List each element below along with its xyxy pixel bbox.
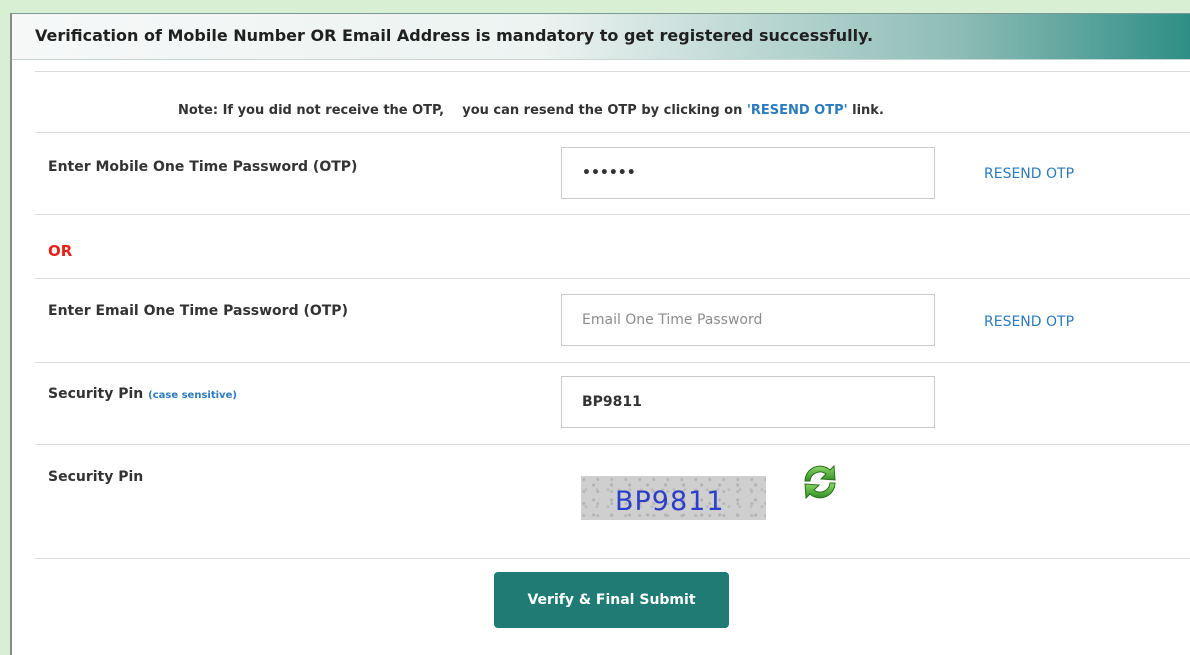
note-suffix: link.: [847, 103, 884, 118]
divider: [35, 71, 1190, 72]
or-separator: OR: [48, 242, 73, 260]
divider: [35, 214, 1190, 215]
otp-note: Note: If you did not receive the OTP, yo…: [178, 103, 884, 118]
refresh-icon[interactable]: [797, 459, 843, 505]
divider: [35, 132, 1190, 133]
mobile-otp-label: Enter Mobile One Time Password (OTP): [48, 159, 358, 175]
mobile-otp-input[interactable]: [561, 147, 935, 199]
security-pin-captcha-label: Security Pin: [48, 469, 144, 485]
panel-header: Verification of Mobile Number OR Email A…: [12, 14, 1190, 60]
panel-title: Verification of Mobile Number OR Email A…: [35, 26, 874, 45]
divider: [35, 558, 1190, 559]
security-pin-label-text: Security Pin: [48, 386, 144, 402]
note-resend-highlight: 'RESEND OTP': [746, 103, 848, 118]
email-otp-input[interactable]: [561, 294, 935, 346]
captcha-background: BP9811: [581, 476, 766, 520]
email-resend-otp-link[interactable]: RESEND OTP: [984, 314, 1074, 330]
note-prefix: Note: If you did not receive the OTP, yo…: [178, 103, 747, 118]
mobile-resend-otp-link[interactable]: RESEND OTP: [984, 166, 1074, 182]
security-pin-label: Security Pin (case sensitive): [48, 386, 237, 402]
divider: [35, 444, 1190, 445]
captcha-text: BP9811: [615, 486, 725, 517]
security-pin-input[interactable]: [561, 376, 935, 428]
verify-final-submit-button[interactable]: Verify & Final Submit: [494, 572, 729, 628]
case-sensitive-hint: (case sensitive): [148, 390, 237, 401]
email-otp-label: Enter Email One Time Password (OTP): [48, 303, 348, 319]
verification-panel: Verification of Mobile Number OR Email A…: [10, 13, 1190, 655]
divider: [35, 278, 1190, 279]
captcha-image: BP9811: [580, 467, 767, 520]
divider: [35, 362, 1190, 363]
